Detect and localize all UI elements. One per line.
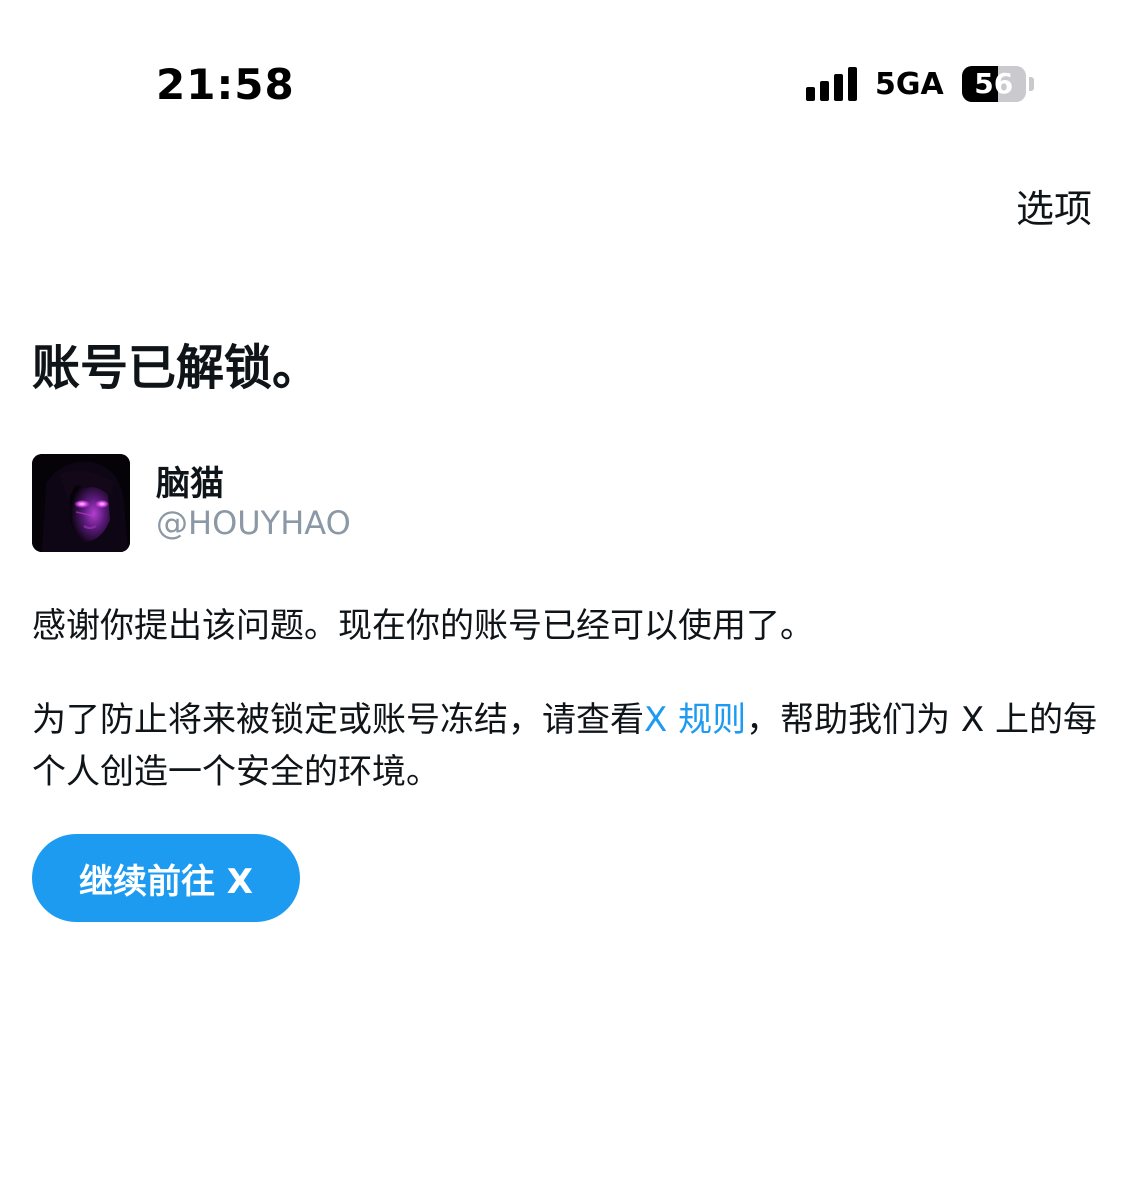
status-indicators: 5GA 56 <box>806 64 1034 104</box>
avatar <box>32 454 130 552</box>
signal-bar <box>820 81 829 101</box>
avatar-image <box>32 454 130 552</box>
continue-to-x-button[interactable]: 继续前往 X <box>32 834 300 922</box>
battery-icon: 56 <box>961 66 1034 102</box>
display-name: 脑猫 <box>156 464 224 504</box>
page-title: 账号已解锁。 <box>32 340 321 396</box>
thank-you-message: 感谢你提出该问题。现在你的账号已经可以使用了。 <box>32 606 814 646</box>
battery-level-text: 56 <box>974 67 1014 100</box>
x-rules-link[interactable]: X 规则 <box>644 700 746 740</box>
user-info: 脑猫 @HOUYHAO <box>32 454 632 554</box>
rules-message-text-before: 为了防止将来被锁定或账号冻结，请查看 <box>32 700 644 740</box>
status-bar: 21:58 5GA 56 <box>0 0 1146 140</box>
signal-bar <box>848 67 857 101</box>
battery-cap <box>1028 77 1034 91</box>
status-time: 21:58 <box>156 60 295 109</box>
signal-bar <box>806 87 815 101</box>
options-button[interactable]: 选项 <box>1016 178 1092 233</box>
network-type-label: 5GA <box>875 66 944 102</box>
cellular-signal-icon <box>806 67 857 101</box>
signal-bar <box>834 74 843 101</box>
username: @HOUYHAO <box>156 504 351 542</box>
rules-message: 为了防止将来被锁定或账号冻结，请查看X 规则，帮助我们为 X 上的每个人创造一个… <box>32 694 1114 798</box>
battery-body: 56 <box>961 66 1026 102</box>
